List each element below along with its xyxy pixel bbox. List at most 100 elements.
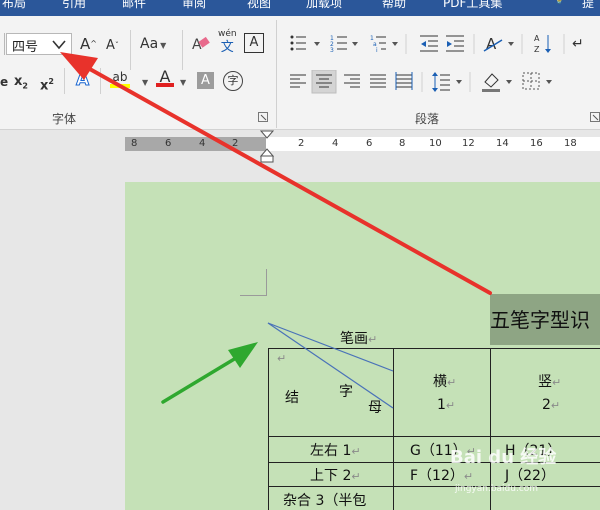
distributed-icon <box>395 72 413 90</box>
decrease-indent-icon <box>420 35 438 52</box>
superscript-button[interactable]: x2 <box>40 73 54 95</box>
paragraph-group-label: 段落 <box>415 112 440 126</box>
font-size-combobox[interactable]: 四号 <box>6 33 72 55</box>
clear-formatting-button[interactable]: A <box>190 33 212 55</box>
borders-icon <box>522 72 552 90</box>
header-diag-bottom: 母 <box>368 400 382 416</box>
phonetic-bottom: 文 <box>220 40 234 55</box>
ruler-number: 2 <box>298 138 305 149</box>
character-border-button[interactable]: A <box>244 33 264 53</box>
font-color-button[interactable]: A <box>156 68 174 87</box>
tab-layout[interactable]: 布局 <box>2 0 26 11</box>
paragraph-row2-icons <box>290 70 552 94</box>
table-border <box>268 486 600 487</box>
align-right-icon <box>344 74 360 88</box>
header-left: 结 <box>285 390 299 406</box>
ruler-number: 10 <box>429 138 442 149</box>
row-label: 上下 2↵ <box>310 468 361 484</box>
chevron-down-icon[interactable]: ▼ <box>140 73 148 92</box>
ruler-number: 6 <box>165 138 172 149</box>
shrink-font-button[interactable]: Aˇ <box>106 37 119 55</box>
sort-icon: A Z <box>534 34 551 54</box>
svg-text:3: 3 <box>330 47 334 54</box>
ruler-number: 16 <box>530 138 543 149</box>
bullets-icon <box>290 35 320 51</box>
tab-help[interactable]: 帮助 <box>382 0 406 11</box>
table-title: 五笔字型识 <box>490 308 590 332</box>
character-shading-button[interactable]: A <box>197 72 214 89</box>
watermark-url: jingyan.baidu.com <box>455 484 539 494</box>
table-title-cell[interactable]: 五笔字型识 <box>490 294 600 345</box>
chevron-down-icon[interactable] <box>49 34 69 54</box>
chevron-down-icon[interactable]: ▼ <box>178 73 186 92</box>
tab-pdf-tools[interactable]: PDF工具集 <box>443 0 502 11</box>
svg-text:Z: Z <box>534 45 540 54</box>
strikethrough-edge[interactable]: e <box>0 73 8 91</box>
font-size-value: 四号 <box>12 40 39 55</box>
font-color-icon: A <box>159 67 171 86</box>
divider <box>182 30 183 70</box>
ruler-number: 14 <box>496 138 509 149</box>
phonetic-guide-button[interactable]: wén 文 <box>218 29 237 55</box>
divider <box>130 30 131 70</box>
divider <box>100 68 101 94</box>
header-diag-top: 笔画↵ <box>340 331 378 347</box>
grow-font-button[interactable]: A^ <box>80 35 97 53</box>
group-divider <box>276 20 277 128</box>
highlight-icon: ab <box>112 70 128 84</box>
text-effects-icon: A <box>75 70 90 90</box>
font-group-label: 字体 <box>52 112 77 126</box>
change-case-icon: Aa <box>140 36 159 52</box>
ruler-number: 6 <box>366 138 373 149</box>
enclose-characters-icon: 字 <box>227 74 239 87</box>
line-spacing-icon <box>432 72 462 92</box>
show-marks-icon: ↵ <box>572 36 584 52</box>
character-border-icon: A <box>249 35 259 50</box>
tab-references[interactable]: 引用 <box>62 0 86 11</box>
tab-review[interactable]: 审阅 <box>182 0 206 11</box>
enclose-characters-button[interactable]: 字 <box>223 71 243 91</box>
header-diag-mid: 字 <box>339 384 353 400</box>
col-shu-num: 2↵ <box>542 397 561 413</box>
svg-text:A: A <box>192 37 202 53</box>
subscript-button[interactable]: x2 <box>14 73 28 96</box>
svg-text:↵: ↵ <box>572 36 584 52</box>
horizontal-ruler[interactable]: 8 6 4 2 2 4 6 8 10 12 14 16 18 <box>125 137 600 151</box>
change-case-button[interactable]: Aa ▼ <box>140 35 166 55</box>
tab-tell-me[interactable]: 提 <box>582 0 594 11</box>
superscript-mark: 2 <box>48 77 54 86</box>
ribbon-tab-strip: 布局 引用 邮件 审阅 视图 加载项 帮助 PDF工具集 💡 提 <box>0 0 600 16</box>
dialog-launcher-icon[interactable] <box>590 112 600 122</box>
table-border <box>268 348 600 349</box>
multilevel-list-icon: 1 a i <box>370 35 398 54</box>
tab-addins[interactable]: 加载项 <box>306 0 342 11</box>
text-effects-button[interactable]: A <box>75 70 90 90</box>
highlight-color-bar <box>110 84 130 88</box>
increase-indent-icon <box>446 35 464 52</box>
text-highlight-button[interactable]: ab <box>110 68 130 88</box>
ruler-margin <box>125 137 266 151</box>
ruler-number: 4 <box>199 138 206 149</box>
grow-font-icon: A <box>80 35 91 53</box>
ruler-number: 2 <box>232 138 239 149</box>
indent-marker-icon[interactable] <box>260 130 274 164</box>
shading-icon <box>482 73 512 92</box>
numbering-icon: 1 2 3 <box>330 35 358 54</box>
ruler-number: 4 <box>332 138 339 149</box>
font-name-box-edge[interactable] <box>0 33 5 55</box>
phonetic-top: wén <box>218 29 237 39</box>
ruler-number: 8 <box>131 138 138 149</box>
dialog-launcher-icon[interactable] <box>258 112 268 122</box>
col-heng: 横↵ <box>433 374 457 390</box>
tab-mailings[interactable]: 邮件 <box>122 0 146 11</box>
col-shu: 竖↵ <box>538 374 562 390</box>
paragraph-row1-icons: 1 2 3 1 a i A A Z ↵ <box>290 34 584 54</box>
subscript-mark: 2 <box>22 81 28 91</box>
ruler-number: 18 <box>564 138 577 149</box>
ruler-number: 12 <box>462 138 475 149</box>
divider <box>64 68 65 94</box>
shrink-font-icon: A <box>106 38 115 53</box>
character-shading-icon: A <box>201 73 210 88</box>
lightbulb-icon[interactable]: 💡 <box>553 0 565 5</box>
tab-view[interactable]: 视图 <box>247 0 271 11</box>
